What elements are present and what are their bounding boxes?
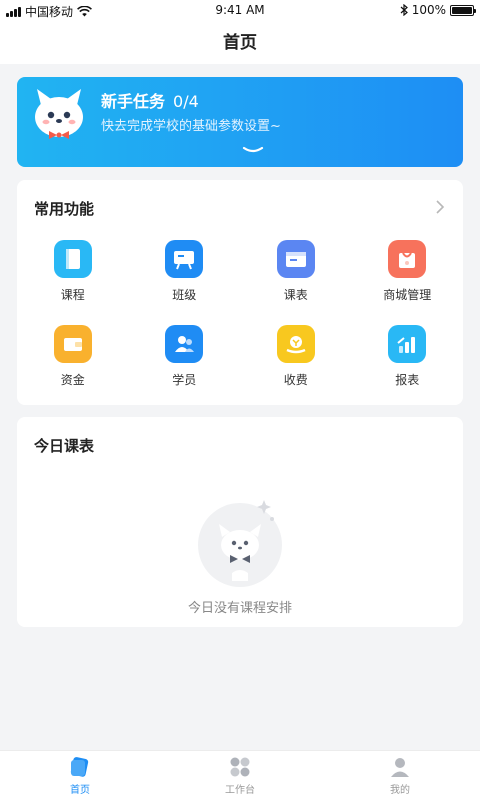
tab-label: 我的 xyxy=(390,784,410,796)
status-bar: 中国移动 9:41 AM 100% xyxy=(0,0,480,22)
nav-bar: 首页 xyxy=(0,22,480,64)
function-label: 班级 xyxy=(172,288,197,302)
tab-label: 工作台 xyxy=(225,784,255,796)
function-shop-management[interactable]: 商城管理 xyxy=(352,240,464,303)
fee-coin-icon xyxy=(276,325,315,363)
function-funds[interactable]: 资金 xyxy=(17,325,129,388)
bluetooth-icon xyxy=(400,4,408,16)
workbench-grid-icon xyxy=(230,757,250,776)
home-card-icon xyxy=(70,756,89,777)
function-students[interactable]: 学员 xyxy=(129,325,241,388)
function-timetable[interactable]: 课表 xyxy=(240,240,352,303)
function-label: 商城管理 xyxy=(383,288,432,302)
banner-title-text: 新手任务 xyxy=(101,92,166,111)
battery-percent: 100% xyxy=(411,3,446,17)
function-label: 报表 xyxy=(395,373,420,387)
common-functions-title: 常用功能 xyxy=(34,200,95,218)
empty-mascot-icon xyxy=(198,500,282,587)
class-board-icon xyxy=(165,240,204,278)
timetable-icon xyxy=(276,240,315,278)
students-icon xyxy=(165,325,204,363)
function-label: 资金 xyxy=(60,373,85,387)
tab-bar: 首页 工作台 我的 xyxy=(0,750,480,800)
tab-workbench[interactable]: 工作台 xyxy=(160,751,320,800)
function-grid: 课程 班级 课表 商城管理 资金 学员 收费 报表 xyxy=(17,240,463,388)
function-label: 课程 xyxy=(60,288,85,302)
tab-home[interactable]: 首页 xyxy=(0,751,160,800)
banner-subtitle: 快去完成学校的基础参数设置~ xyxy=(101,119,281,134)
battery-icon xyxy=(450,4,476,16)
function-fees[interactable]: 收费 xyxy=(240,325,352,388)
course-book-icon xyxy=(53,240,92,278)
status-right: 100% xyxy=(400,3,476,17)
newbie-task-banner[interactable]: 新手任务 0/4 快去完成学校的基础参数设置~ xyxy=(17,77,463,167)
function-course[interactable]: 课程 xyxy=(17,240,129,303)
wallet-icon xyxy=(53,325,92,363)
function-reports[interactable]: 报表 xyxy=(352,325,464,388)
today-schedule-card: 今日课表 今日没有课程安排 xyxy=(17,417,463,627)
chevron-down-icon[interactable] xyxy=(242,145,264,155)
function-label: 课表 xyxy=(283,288,308,302)
page-title: 首页 xyxy=(223,33,257,53)
shop-bag-icon xyxy=(388,240,427,278)
empty-state-text: 今日没有课程安排 xyxy=(187,601,292,616)
banner-title: 新手任务 0/4 xyxy=(101,88,199,112)
banner-progress: 0/4 xyxy=(173,92,199,111)
mascot-icon xyxy=(35,89,83,139)
function-label: 收费 xyxy=(283,373,308,387)
empty-state: 今日没有课程安排 xyxy=(17,497,463,616)
chevron-right-icon[interactable] xyxy=(435,199,445,215)
function-class[interactable]: 班级 xyxy=(129,240,241,303)
report-chart-icon xyxy=(388,325,427,363)
function-label: 学员 xyxy=(172,373,197,387)
today-schedule-title: 今日课表 xyxy=(34,437,95,455)
common-functions-card: 常用功能 课程 班级 课表 商城管理 资金 学员 收费 报表 xyxy=(17,180,463,405)
tab-profile[interactable]: 我的 xyxy=(320,751,480,800)
tab-label: 首页 xyxy=(70,784,90,796)
profile-person-icon xyxy=(391,757,409,777)
